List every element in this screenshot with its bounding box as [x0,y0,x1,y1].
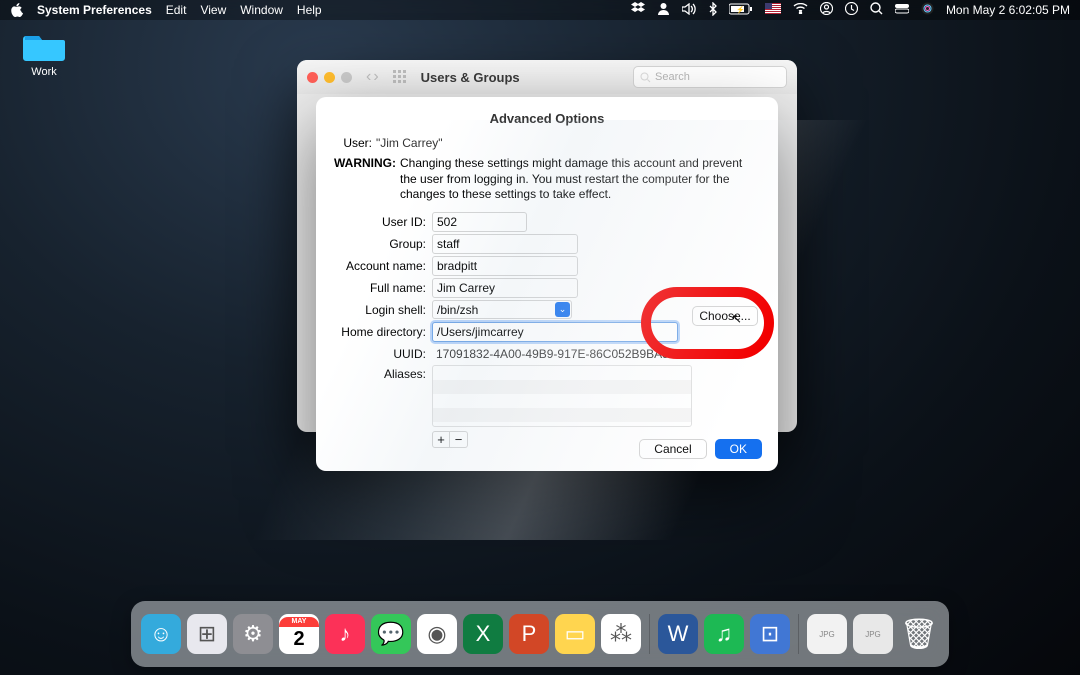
folder-icon [23,30,65,62]
uuid-value: 17091832-4A00-49B9-917E-86C052B9BA54 [432,347,676,361]
dropbox-icon[interactable] [631,2,645,18]
window-titlebar: ‹ › Users & Groups Search [297,60,797,94]
advanced-options-sheet: Advanced Options User: "Jim Carrey" WARN… [316,97,778,471]
time-machine-icon[interactable] [845,2,858,18]
nav-back-button[interactable]: ‹ [366,68,371,86]
volume-icon[interactable] [682,3,697,18]
ok-button[interactable]: OK [715,439,762,459]
user-id-field[interactable] [432,212,527,232]
dock-app-word[interactable]: W [658,614,698,654]
dock-app-music[interactable]: ♪ [325,614,365,654]
home-directory-label: Home directory: [334,325,432,339]
dock-app-launchpad[interactable]: ⊞ [187,614,227,654]
siri-icon[interactable] [921,2,934,18]
search-icon [640,72,651,83]
aliases-label: Aliases: [334,365,432,381]
search-field[interactable]: Search [633,66,787,88]
account-name-label: Account name: [334,259,432,273]
search-placeholder: Search [655,71,690,83]
dock-separator [798,614,799,654]
user-label: User: [334,136,376,150]
add-alias-button[interactable]: + [432,431,450,448]
dock-app-trash[interactable]: 🗑 [899,614,939,654]
window-title: Users & Groups [421,70,520,85]
menubar-app-name[interactable]: System Preferences [37,3,152,17]
dock-app-control-center[interactable]: ⊡ [750,614,790,654]
spotlight-icon[interactable] [870,2,883,18]
dock-app-powerpoint[interactable]: P [509,614,549,654]
home-directory-field[interactable] [432,322,678,342]
warning-text: Changing these settings might damage thi… [400,156,760,203]
dock-app-calendar[interactable]: MAY2 [279,614,319,654]
dock-app-notes[interactable]: ▭ [555,614,595,654]
svg-text:⚡: ⚡ [736,5,745,14]
flag-icon[interactable] [765,3,781,17]
dock-separator [649,614,650,654]
uuid-label: UUID: [334,347,432,361]
user-value: "Jim Carrey" [376,136,443,150]
choose-button[interactable]: Choose... [692,306,758,326]
dock-app-jpg1[interactable]: JPG [807,614,847,654]
dock: ☺⊞⚙MAY2♪💬◉XP▭⁂W♫⊡JPGJPG🗑 [131,601,949,667]
dock-app-system-preferences[interactable]: ⚙ [233,614,273,654]
cancel-button[interactable]: Cancel [639,439,706,459]
nav-forward-button[interactable]: › [373,68,378,86]
menubar: System Preferences Edit View Window Help… [0,0,1080,20]
dock-app-spotify[interactable]: ♫ [704,614,744,654]
group-label: Group: [334,237,432,251]
login-shell-label: Login shell: [334,303,432,317]
wifi-icon[interactable] [793,3,808,17]
account-name-field[interactable] [432,256,578,276]
aliases-list[interactable] [432,365,692,427]
full-name-field[interactable] [432,278,578,298]
user-id-label: User ID: [334,215,432,229]
sheet-title: Advanced Options [316,111,778,126]
menubar-item-view[interactable]: View [200,3,226,17]
menubar-item-window[interactable]: Window [240,3,283,17]
show-all-icon[interactable] [393,70,407,84]
dock-app-excel[interactable]: X [463,614,503,654]
menubar-clock[interactable]: Mon May 2 6:02:05 PM [946,3,1070,17]
bluetooth-icon[interactable] [709,2,717,19]
menubar-item-edit[interactable]: Edit [166,3,187,17]
chevron-updown-icon: ⌄ [555,302,570,317]
control-center-icon[interactable] [895,3,909,17]
window-close-button[interactable] [307,72,318,83]
dock-app-messages[interactable]: 💬 [371,614,411,654]
warning-label: WARNING: [334,156,400,203]
apple-logo-icon[interactable] [10,3,23,17]
battery-icon[interactable]: ⚡ [729,3,753,18]
login-shell-select[interactable]: /bin/zsh [432,300,572,319]
account-icon[interactable] [820,2,833,18]
full-name-label: Full name: [334,281,432,295]
window-minimize-button[interactable] [324,72,335,83]
window-zoom-button[interactable] [341,72,352,83]
remove-alias-button[interactable]: − [450,431,468,448]
menubar-item-help[interactable]: Help [297,3,322,17]
dock-app-slack[interactable]: ⁂ [601,614,641,654]
dock-app-jpg2[interactable]: JPG [853,614,893,654]
dock-app-chrome[interactable]: ◉ [417,614,457,654]
group-field[interactable] [432,234,578,254]
desktop-folder-work[interactable]: Work [14,30,74,78]
desktop-folder-label: Work [14,66,74,78]
dock-app-finder[interactable]: ☺ [141,614,181,654]
user-icon[interactable] [657,2,670,18]
